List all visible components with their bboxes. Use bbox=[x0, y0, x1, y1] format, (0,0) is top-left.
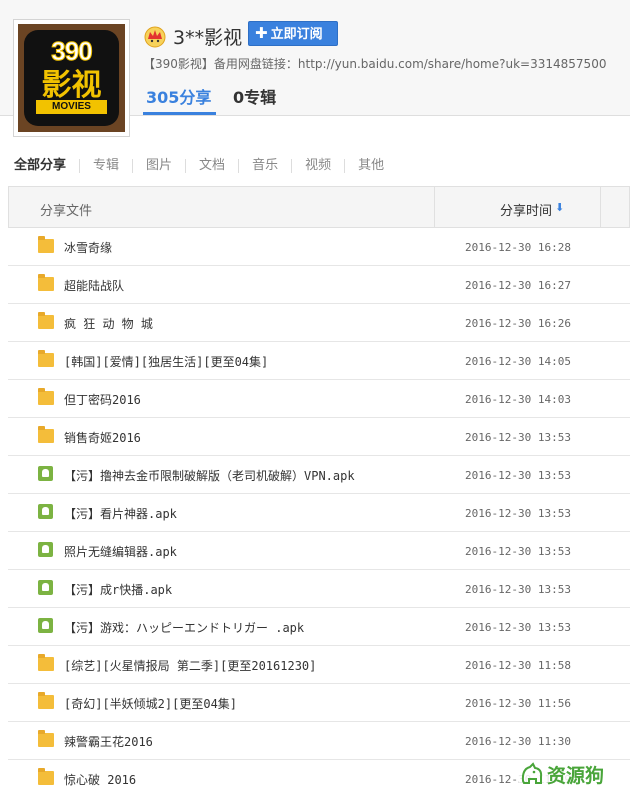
table-row[interactable]: 销售奇姬2016 2016-12-30 13:53 bbox=[8, 418, 630, 456]
table-header: 分享文件 分享时间 ⬇ bbox=[8, 186, 630, 228]
share-time: 2016-12-30 13:53 bbox=[465, 545, 571, 558]
file-name-link[interactable]: 【污】看片神器.apk bbox=[64, 505, 177, 522]
folder-icon bbox=[38, 768, 54, 785]
tab-shares[interactable]: 305分享 bbox=[146, 84, 211, 108]
file-list: 冰雪奇缘 2016-12-30 16:28 超能陆战队 2016-12-30 16:2… bbox=[8, 228, 630, 789]
folder-icon bbox=[38, 236, 54, 253]
table-row[interactable]: [综艺][火星情报局 第二季][更至20161230] 2016-12-30 11… bbox=[8, 646, 630, 684]
active-tab-underline bbox=[143, 112, 216, 115]
table-row[interactable]: 【污】成r快播.apk 2016-12-30 13:53 bbox=[8, 570, 630, 608]
file-name-link[interactable]: 惊心破 2016 bbox=[64, 771, 136, 788]
share-time: 2016-12-30 11:56 bbox=[465, 697, 571, 710]
table-row[interactable]: 辣警霸王花2016 2016-12-30 11:30 bbox=[8, 722, 630, 760]
file-name-link[interactable]: 【污】游戏：ハッピーエンドトリガー .apk bbox=[64, 619, 304, 636]
profile-header: 390 影视 MOVIES 3**影视 ✚ 立即订阅 【390影视】备用网盘链接：… bbox=[0, 0, 630, 137]
folder-icon bbox=[38, 388, 54, 405]
share-time: 2016-12-30 14:03 bbox=[465, 393, 571, 406]
file-name-link[interactable]: 销售奇姬2016 bbox=[64, 429, 141, 446]
shares-label: 分享 bbox=[179, 88, 212, 107]
shares-count: 305 bbox=[146, 88, 180, 107]
filter-tab-images[interactable]: 图片 bbox=[132, 159, 185, 173]
username[interactable]: 3**影视 bbox=[173, 23, 242, 50]
file-name-link[interactable]: 疯 狂 动 物 城 bbox=[64, 315, 153, 332]
avatar-frame-border: 390 影视 MOVIES bbox=[18, 24, 125, 132]
folder-icon bbox=[38, 692, 54, 709]
filter-tab-music[interactable]: 音乐 bbox=[238, 159, 291, 173]
share-time: 2016-12-30 13:53 bbox=[465, 621, 571, 634]
file-name-link[interactable]: [奇幻][半妖倾城2][更至04集] bbox=[64, 695, 237, 712]
albums-label: 专辑 bbox=[244, 88, 277, 107]
arrow-down-icon[interactable]: ⬇ bbox=[555, 201, 564, 214]
file-name-link[interactable]: 冰雪奇缘 bbox=[64, 239, 112, 256]
plus-icon: ✚ bbox=[255, 24, 268, 42]
table-row[interactable]: 照片无缝编辑器.apk 2016-12-30 13:53 bbox=[8, 532, 630, 570]
file-name-link[interactable]: [综艺][火星情报局 第二季][更至20161230] bbox=[64, 657, 316, 674]
dog-icon bbox=[521, 762, 543, 784]
file-name-link[interactable]: 超能陆战队 bbox=[64, 277, 124, 294]
table-row[interactable]: 【污】游戏：ハッピーエンドトリガー .apk 2016-12-30 13:53 bbox=[8, 608, 630, 646]
folder-icon bbox=[38, 312, 54, 329]
filter-tab-video[interactable]: 视频 bbox=[291, 159, 344, 173]
file-name-link[interactable]: [韩国][爱情][独居生活][更至04集] bbox=[64, 353, 268, 370]
table-row[interactable]: 冰雪奇缘 2016-12-30 16:28 bbox=[8, 228, 630, 266]
table-row[interactable]: 【污】看片神器.apk 2016-12-30 13:53 bbox=[8, 494, 630, 532]
channel-logo: 390 影视 MOVIES bbox=[24, 30, 119, 126]
table-row[interactable]: 超能陆战队 2016-12-30 16:27 bbox=[8, 266, 630, 304]
share-time: 2016-12-30 16:27 bbox=[465, 279, 571, 292]
file-name-link[interactable]: 但丁密码2016 bbox=[64, 391, 141, 408]
share-time: 2016-12-30 13:53 bbox=[465, 507, 571, 520]
file-name-link[interactable]: 辣警霸王花2016 bbox=[64, 733, 153, 750]
table-row[interactable]: [韩国][爱情][独居生活][更至04集] 2016-12-30 14:05 bbox=[8, 342, 630, 380]
albums-count: 0 bbox=[233, 88, 245, 107]
subscribe-label: 立即订阅 bbox=[270, 27, 323, 42]
filter-tab-docs[interactable]: 文档 bbox=[185, 159, 238, 173]
android-apk-icon bbox=[38, 466, 53, 481]
android-apk-icon bbox=[38, 580, 53, 595]
android-apk-icon bbox=[38, 542, 53, 557]
share-time: 2016-12-30 14:05 bbox=[465, 355, 571, 368]
avatar[interactable]: 390 影视 MOVIES bbox=[13, 19, 130, 137]
share-time: 2016-12-30 13:53 bbox=[465, 469, 571, 482]
column-header-file: 分享文件 bbox=[40, 204, 93, 219]
table-row[interactable]: 疯 狂 动 物 城 2016-12-30 16:26 bbox=[8, 304, 630, 342]
filter-tab-all[interactable]: 全部分享 bbox=[14, 159, 79, 173]
android-apk-icon bbox=[38, 618, 53, 633]
filter-tab-albums[interactable]: 专辑 bbox=[79, 159, 132, 173]
folder-icon bbox=[38, 654, 54, 671]
android-apk-icon bbox=[38, 504, 53, 519]
backup-link-text: 【390影视】备用网盘链接：http://yun.baidu.com/share… bbox=[143, 57, 607, 71]
watermark-text: 资源狗 bbox=[547, 764, 605, 787]
column-divider bbox=[434, 187, 435, 227]
folder-icon bbox=[38, 426, 54, 443]
tab-albums[interactable]: 0专辑 bbox=[233, 84, 276, 108]
file-name-link[interactable]: 【污】成r快播.apk bbox=[64, 581, 172, 598]
share-time: 2016-12-30 11:58 bbox=[465, 659, 571, 672]
filter-tab-other[interactable]: 其他 bbox=[344, 159, 397, 173]
share-time: 2016-12-30 16:26 bbox=[465, 317, 571, 330]
share-time: 2016-12-30 13:53 bbox=[465, 583, 571, 596]
logo-subtext: MOVIES bbox=[36, 100, 107, 114]
share-time: 2016-12-30 13:53 bbox=[465, 431, 571, 444]
column-header-time[interactable]: 分享时间 bbox=[500, 200, 552, 219]
share-time: 2016-12-30 16:28 bbox=[465, 241, 571, 254]
table-row[interactable]: 但丁密码2016 2016-12-30 14:03 bbox=[8, 380, 630, 418]
watermark: 资源狗 bbox=[519, 760, 605, 788]
logo-text: 影视 bbox=[41, 68, 102, 103]
folder-icon bbox=[38, 730, 54, 747]
table-row[interactable]: [奇幻][半妖倾城2][更至04集] 2016-12-30 11:56 bbox=[8, 684, 630, 722]
share-time: 2016-12-30 11:30 bbox=[465, 735, 571, 748]
file-name-link[interactable]: 【污】撸神去金币限制破解版（老司机破解）VPN.apk bbox=[64, 467, 355, 484]
file-name-link[interactable]: 照片无缝编辑器.apk bbox=[64, 543, 177, 560]
crown-icon bbox=[144, 26, 166, 48]
folder-icon bbox=[38, 274, 54, 291]
folder-icon bbox=[38, 350, 54, 367]
filter-tabs: 全部分享 专辑 图片 文档 音乐 视频 其他 bbox=[14, 156, 397, 176]
subscribe-button[interactable]: ✚ 立即订阅 bbox=[248, 21, 338, 46]
table-row[interactable]: 【污】撸神去金币限制破解版（老司机破解）VPN.apk 2016-12-30 13… bbox=[8, 456, 630, 494]
column-divider bbox=[600, 187, 601, 227]
